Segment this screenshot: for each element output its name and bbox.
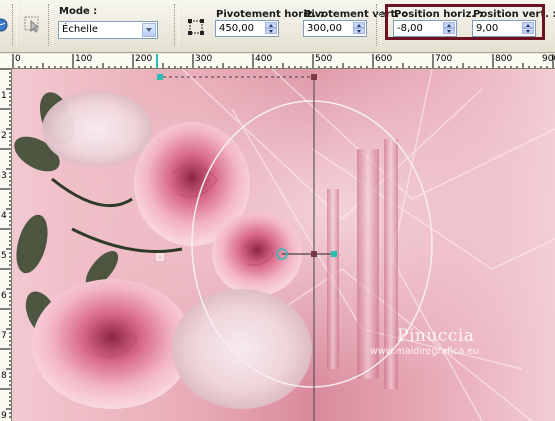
ruler-tick-label: 9 [1,411,7,421]
tool-options-bar: Mode : Échelle Pivotement horiz. : 450,0… [0,0,555,53]
ruler-tick-label: 7 [1,331,7,341]
pivot-horizontal-input[interactable]: 450,00 [215,20,279,37]
ruler-tick-label: 8 [1,371,7,381]
ruler-tick-label: 700 [435,54,453,64]
ruler-tick-label: 3 [1,171,7,181]
ruler-tick-label: 100 [75,54,93,64]
ruler-tick-label: 400 [255,54,273,64]
ruler-tick-label: 5 [1,251,7,261]
pivot-vertical-spinner[interactable] [353,22,365,35]
pick-tool-icon[interactable] [22,14,42,34]
ruler-tick-label: 4 [1,211,7,221]
toolbar-grip[interactable] [12,4,17,46]
watermark-name: Pinuccia [397,326,475,346]
artwork [14,69,555,421]
horizontal-ruler[interactable]: 0 100 200 300 400 500 600 700 800 900 [0,54,555,69]
chevron-down-icon[interactable] [142,23,156,37]
mode-select[interactable]: Échelle [58,21,158,39]
vertical-ruler[interactable]: 1 2 3 4 5 6 7 8 9 [0,69,12,421]
pivot-horizontal-value: 450,00 [219,23,254,34]
ruler-tick-label: 500 [315,54,333,64]
ruler-tick-label: 900 [542,54,555,64]
toolbar-grip[interactable] [174,4,179,46]
ruler-tick-label: 300 [195,54,213,64]
pivot-vertical-value: 300,00 [307,23,342,34]
mode-label: Mode : [59,6,98,17]
ruler-tick-label: 600 [375,54,393,64]
globe-icon[interactable] [0,18,8,32]
pivot-vertical-input[interactable]: 300,00 [303,20,367,37]
mode-value: Échelle [62,24,99,35]
pivot-horizontal-spinner[interactable] [265,22,277,35]
vertical-ruler-ticks [0,69,11,418]
bounding-box-icon[interactable] [187,18,205,36]
ruler-tick-label: 2 [1,131,7,141]
ruler-tick-label: 200 [135,54,153,64]
toolbar-grip[interactable] [376,4,381,46]
ruler-tick-label: 0 [15,54,21,64]
watermark-url: www.maidiregrafica.eu [370,346,480,357]
ruler-tick-label: 6 [1,291,7,301]
ruler-tick-label: 800 [495,54,513,64]
position-highlight-box [385,4,545,40]
image-canvas[interactable]: Pinuccia www.maidiregrafica.eu [12,69,555,421]
toolbar-grip[interactable] [48,4,53,46]
ruler-tick-label: 1 [1,91,7,101]
